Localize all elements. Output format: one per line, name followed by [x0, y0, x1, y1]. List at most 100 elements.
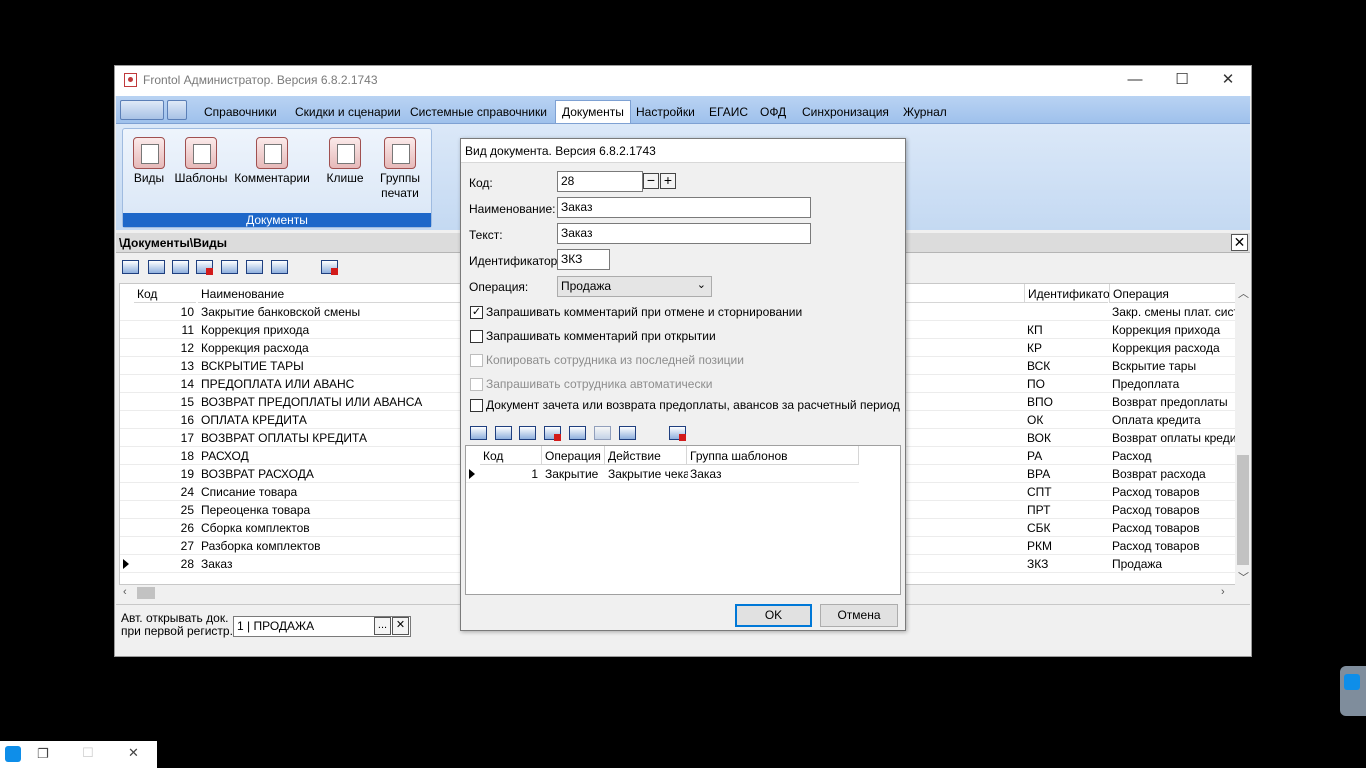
teamviewer-side-panel[interactable] [1340, 666, 1366, 716]
identifier-label: Идентификатор: [469, 254, 561, 268]
insert-icon[interactable] [518, 423, 536, 441]
cell-id: СПТ [1027, 485, 1052, 499]
current-row-marker-icon [123, 559, 129, 569]
code-label: Код: [469, 176, 493, 190]
cell-operation: Закрытие [545, 467, 599, 481]
scroll-thumb[interactable] [1237, 455, 1249, 565]
delete-all-icon[interactable] [668, 423, 686, 441]
checkbox-1[interactable] [470, 330, 483, 343]
cell-id: ВСК [1027, 359, 1051, 373]
column-header-operation[interactable]: Операция [1109, 284, 1238, 303]
cell-code: 1 [531, 467, 538, 481]
checkbox-4[interactable] [470, 399, 483, 412]
comments-label: Комментарии [234, 171, 310, 185]
save-icon[interactable] [167, 100, 187, 120]
print-groups-button[interactable]: Группы печати [375, 137, 425, 201]
insert-icon[interactable] [171, 257, 189, 275]
checkbox-0[interactable]: ✓ [470, 306, 483, 319]
vertical-scrollbar[interactable]: ︿ ﹀ [1235, 283, 1251, 585]
copy-icon[interactable] [220, 257, 238, 275]
text-label: Текст: [469, 228, 503, 242]
scroll-right-icon[interactable]: › [1221, 586, 1225, 598]
refresh-icon[interactable] [618, 423, 636, 441]
text-field[interactable]: Заказ [557, 223, 811, 244]
tab-discounts[interactable]: Скидки и сценарии [289, 101, 407, 123]
checkbox-label-0[interactable]: Запрашивать комментарий при отмене и сто… [486, 305, 802, 319]
increment-icon[interactable]: + [660, 173, 676, 189]
tab-settings[interactable]: Настройки [630, 101, 701, 123]
close-view-icon[interactable]: ✕ [1231, 234, 1248, 251]
restore-icon[interactable]: ❐ [37, 746, 49, 762]
close-button[interactable]: ✕ [1205, 66, 1251, 95]
maximize-icon: ☐ [82, 745, 94, 760]
tab-documents[interactable]: Документы [555, 100, 631, 123]
column-header-identifier[interactable]: Идентификатор [1024, 284, 1116, 303]
code-field[interactable]: 28 [557, 171, 643, 192]
cell-id: КР [1027, 341, 1042, 355]
cell-code: 25 [180, 503, 194, 517]
cell-id: ВПО [1027, 395, 1053, 409]
cell-operation: Возврат предоплаты [1112, 395, 1228, 409]
column-header-code[interactable]: Код [134, 284, 196, 303]
delete-icon[interactable] [543, 423, 561, 441]
hscroll-thumb[interactable] [137, 587, 155, 599]
identifier-field[interactable]: ЗКЗ [557, 249, 610, 270]
cancel-button[interactable]: Отмена [820, 604, 898, 627]
cell-code: 17 [180, 431, 194, 445]
cell-operation: Коррекция прихода [1112, 323, 1221, 337]
column-header-template-group[interactable]: Группа шаблонов [687, 446, 859, 465]
tab-system-refs[interactable]: Системные справочники [404, 101, 553, 123]
maximize-button[interactable]: ☐ [1159, 66, 1205, 95]
add-icon[interactable] [469, 423, 487, 441]
tab-journal[interactable]: Журнал [897, 101, 953, 123]
table-row[interactable]: 1 Закрытие Закрытие чека Заказ [466, 465, 859, 483]
cell-code: 15 [180, 395, 194, 409]
types-button[interactable]: Виды [129, 137, 169, 186]
app-menu-button[interactable] [120, 100, 164, 120]
column-header-operation[interactable]: Операция [542, 446, 605, 465]
cell-code: 19 [180, 467, 194, 481]
tab-sync[interactable]: Синхронизация [796, 101, 895, 123]
operation-select[interactable]: Продажа ⌄ [557, 276, 712, 297]
teamviewer-icon[interactable] [5, 746, 21, 762]
tab-egais[interactable]: ЕГАИС [703, 101, 754, 123]
operation-select-value: Продажа [561, 279, 612, 293]
scroll-left-icon[interactable]: ‹ [123, 586, 127, 598]
clear-icon[interactable]: ✕ [392, 617, 409, 635]
cell-operation: Расход товаров [1112, 521, 1200, 535]
minimize-button[interactable]: — [1112, 66, 1158, 95]
dialog-title: Вид документа. Версия 6.8.2.1743 [461, 139, 905, 163]
refresh-icon[interactable] [270, 257, 288, 275]
cell-operation: Возврат расхода [1112, 467, 1206, 481]
edit-icon[interactable] [494, 423, 512, 441]
column-header-code[interactable]: Код [480, 446, 542, 465]
checkbox-label-1[interactable]: Запрашивать комментарий при открытии [486, 329, 716, 343]
cliche-button[interactable]: Клише [322, 137, 368, 186]
cell-code: 28 [180, 557, 194, 571]
comments-button[interactable]: Комментарии [232, 137, 312, 186]
templates-button[interactable]: Шаблоны [173, 137, 229, 186]
ok-button[interactable]: OK [735, 604, 812, 627]
column-header-action[interactable]: Действие [605, 446, 687, 465]
cell-id: ВРА [1027, 467, 1051, 481]
filter-icon[interactable] [245, 257, 263, 275]
copy-icon[interactable] [568, 423, 586, 441]
template-icon [185, 137, 217, 169]
cell-operation: Закр. смены плат. систе [1112, 305, 1236, 319]
delete-icon[interactable] [195, 257, 213, 275]
scroll-up-icon[interactable]: ︿ [1238, 285, 1249, 301]
edit-icon[interactable] [147, 257, 165, 275]
close-icon[interactable]: ✕ [128, 745, 139, 761]
tab-ofd[interactable]: ОФД [754, 101, 792, 123]
scroll-down-icon[interactable]: ﹀ [1238, 569, 1249, 585]
browse-button[interactable]: ... [374, 617, 391, 635]
name-field[interactable]: Заказ [557, 197, 811, 218]
checkbox-label-4[interactable]: Документ зачета или возврата предоплаты,… [486, 398, 900, 412]
tab-spravochniki[interactable]: Справочники [198, 101, 283, 123]
operations-table[interactable]: Код Операция Действие Группа шаблонов 1З… [465, 445, 901, 595]
decrement-icon[interactable]: − [643, 173, 659, 189]
delete-all-icon[interactable] [320, 257, 338, 275]
minimized-window-controls: ❐ ☐ ✕ [0, 741, 157, 768]
add-icon[interactable] [121, 257, 139, 275]
app-icon [124, 73, 137, 87]
